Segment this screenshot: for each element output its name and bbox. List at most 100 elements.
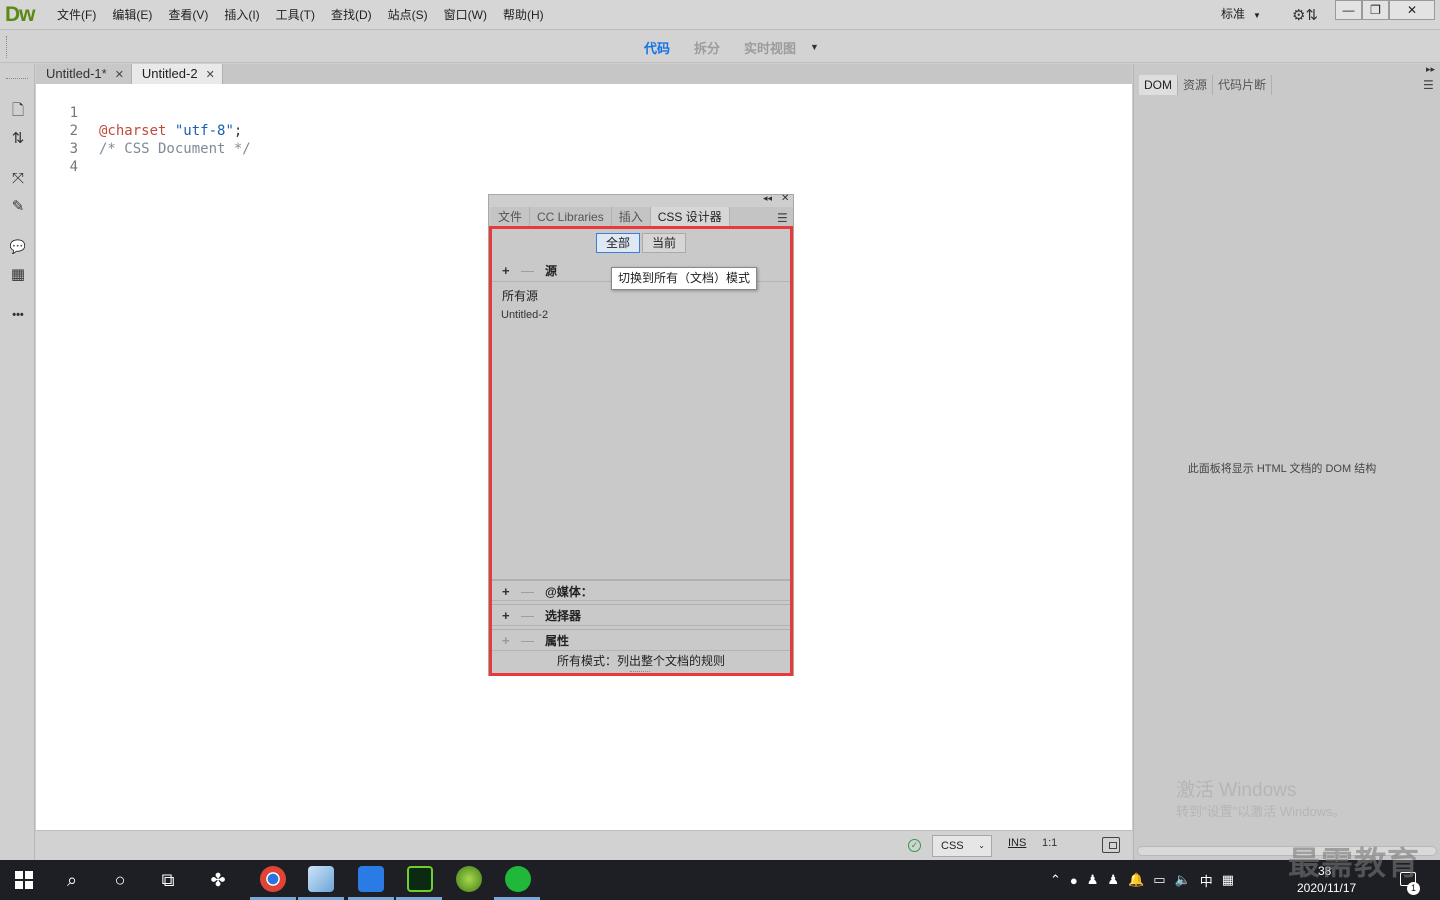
volume-icon[interactable]: 🔈 <box>1175 872 1191 888</box>
resize-grip[interactable] <box>630 671 650 673</box>
code-text: @charset "utf-8"; <box>99 122 242 140</box>
add-source-icon[interactable]: + <box>502 260 510 282</box>
chevron-down-icon[interactable]: ▼ <box>810 42 819 52</box>
document-type-label: CSS <box>941 840 964 852</box>
close-window-button[interactable]: ✕ <box>1389 0 1435 20</box>
insert-mode-toggle[interactable]: INS <box>1008 837 1026 849</box>
add-selector-icon[interactable]: + <box>502 605 510 627</box>
ime-indicator[interactable]: 中 <box>1200 871 1213 890</box>
tab-snippets[interactable]: 代码片断 <box>1213 75 1273 95</box>
taskbar: ⌕ ○ ⧉ ✤ ⌃ ● ♟ ♟ 🔔 ▭ 🔈 中 ▦ 38 2020/11/17 … <box>0 860 1440 900</box>
comment-icon[interactable]: 💬 <box>6 236 30 258</box>
remove-property-icon: — <box>521 633 534 648</box>
wechat-tray-icon[interactable]: ● <box>1070 873 1078 888</box>
close-icon[interactable]: ✕ <box>781 193 789 204</box>
menu-file[interactable]: 文件(F) <box>49 0 104 30</box>
toolbar-grip[interactable] <box>6 36 8 58</box>
check-icon: ✓ <box>908 839 921 852</box>
workspace-label: 标准 <box>1221 7 1246 21</box>
status-bar: ✓ CSS ⌄ INS 1:1 <box>36 830 1132 860</box>
code-view-button[interactable]: 代码 <box>632 38 682 57</box>
tab-untitled-2[interactable]: Untitled-2 ✕ <box>131 64 223 84</box>
app-logo: Dw <box>5 3 35 26</box>
chevron-up-icon[interactable]: ⌃ <box>1050 872 1061 888</box>
remove-source-icon[interactable]: — <box>521 260 534 282</box>
main-menu: 文件(F) 编辑(E) 查看(V) 插入(I) 工具(T) 查找(D) 站点(S… <box>49 0 552 30</box>
remove-selector-icon[interactable]: — <box>521 605 534 627</box>
qq-icon[interactable]: ♟ <box>1107 872 1119 888</box>
wps-icon[interactable] <box>358 866 384 892</box>
network-icon[interactable]: ▭ <box>1153 872 1165 888</box>
tab-cc-libraries[interactable]: CC Libraries <box>530 207 612 227</box>
task-view-icon[interactable]: ⧉ <box>144 860 192 900</box>
mode-all-button[interactable]: 全部 <box>596 233 641 253</box>
menu-window[interactable]: 窗口(W) <box>436 0 495 30</box>
menu-edit[interactable]: 编辑(E) <box>104 0 160 30</box>
panel-menu-icon[interactable]: ☰ <box>777 211 788 225</box>
code-string: "utf-8" <box>174 123 234 139</box>
wechat-icon[interactable] <box>505 866 531 892</box>
tab-assets[interactable]: 资源 <box>1178 75 1214 95</box>
dom-panel: ▸▸ DOM 资源 代码片断 ☰ 此面板将显示 HTML 文档的 DOM 结构 … <box>1133 64 1440 860</box>
add-media-icon[interactable]: + <box>502 581 510 603</box>
live-view-button[interactable]: 实时视图 <box>732 38 808 57</box>
workspace-select[interactable]: 标准 ▼ <box>1213 0 1269 28</box>
expand-icon[interactable]: ⤧ <box>6 168 30 190</box>
close-icon[interactable]: ✕ <box>115 69 124 81</box>
chrome-icon[interactable] <box>260 866 286 892</box>
mode-description: 所有模式：列出整个文档的规则 <box>556 654 725 668</box>
panel-title-bar[interactable] <box>489 195 793 207</box>
split-view-button[interactable]: 拆分 <box>682 38 732 57</box>
tab-insert[interactable]: 插入 <box>612 207 651 227</box>
document-tabs: Untitled-1* ✕ Untitled-2 ✕ <box>36 64 1132 84</box>
keyboard-icon[interactable]: ▦ <box>1222 872 1234 888</box>
expand-panel-icon[interactable]: ▸▸ <box>1426 64 1435 75</box>
tab-dom[interactable]: DOM <box>1139 75 1178 95</box>
properties-header: + — 属性 <box>492 629 790 651</box>
close-icon[interactable]: ✕ <box>206 69 215 81</box>
pinwheel-app-icon[interactable]: ✤ <box>194 860 242 900</box>
preview-icon[interactable] <box>1102 837 1120 853</box>
code-line: 1 @charset "utf-8"; <box>36 86 243 139</box>
sync-settings-icon[interactable]: ⚙⇅ <box>1292 6 1318 24</box>
more-icon[interactable]: ••• <box>6 304 30 326</box>
format-icon[interactable]: ▦ <box>6 264 30 286</box>
properties-title: 属性 <box>545 634 570 648</box>
qq-icon[interactable]: ♟ <box>1087 872 1099 888</box>
media-app-icon[interactable] <box>456 866 482 892</box>
source-item-all[interactable]: 所有源 <box>502 287 538 304</box>
system-tray: ⌃ ● ♟ ♟ 🔔 ▭ 🔈 中 ▦ <box>1050 860 1243 900</box>
sort-icon[interactable]: ⇅ <box>6 128 30 150</box>
activate-windows-hint: 转到"设置"以激活 Windows。 <box>1176 804 1346 819</box>
tab-css-designer[interactable]: CSS 设计器 <box>650 207 730 227</box>
toolbar-grip[interactable] <box>6 78 28 80</box>
menu-view[interactable]: 查看(V) <box>160 0 216 30</box>
tab-files[interactable]: 文件 <box>491 207 531 227</box>
search-icon[interactable]: ⌕ <box>48 860 96 900</box>
bell-icon[interactable]: 🔔 <box>1128 872 1144 888</box>
menu-help[interactable]: 帮助(H) <box>495 0 552 30</box>
notes-app-icon[interactable] <box>308 866 334 892</box>
file-icon[interactable]: 🗋 <box>6 100 30 122</box>
mode-switch: 全部 当前 <box>596 233 687 253</box>
tab-untitled-1[interactable]: Untitled-1* ✕ <box>36 64 132 84</box>
panel-menu-icon[interactable]: ☰ <box>1423 78 1434 92</box>
brush-icon[interactable]: ✎ <box>6 196 30 218</box>
dreamweaver-icon[interactable] <box>407 866 433 892</box>
menu-tools[interactable]: 工具(T) <box>268 0 323 30</box>
source-item-untitled-2[interactable]: Untitled-2 <box>501 309 548 321</box>
dom-empty-message: 此面板将显示 HTML 文档的 DOM 结构 <box>1187 463 1377 475</box>
menu-insert[interactable]: 插入(I) <box>216 0 267 30</box>
minimize-button[interactable]: — <box>1335 0 1362 20</box>
cortana-icon[interactable]: ○ <box>96 860 144 900</box>
collapse-icon[interactable]: ◂◂ <box>763 193 772 204</box>
windows-start-icon[interactable] <box>0 860 48 900</box>
restore-button[interactable]: ❐ <box>1362 0 1389 20</box>
menu-find[interactable]: 查找(D) <box>323 0 380 30</box>
menu-site[interactable]: 站点(S) <box>380 0 436 30</box>
document-type-select[interactable]: CSS ⌄ <box>932 835 992 857</box>
tab-label: Untitled-2 <box>141 66 198 81</box>
remove-media-icon[interactable]: — <box>521 581 534 603</box>
mode-current-button[interactable]: 当前 <box>642 233 687 253</box>
code-line: 4 <box>36 140 78 175</box>
